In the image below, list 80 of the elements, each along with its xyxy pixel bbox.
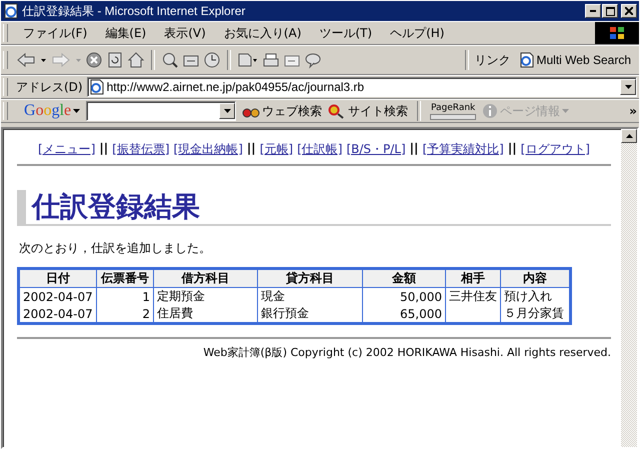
dropdown-button[interactable] — [620, 79, 636, 95]
separator: || — [246, 141, 256, 157]
menu-item[interactable]: ファイル(F) — [16, 22, 94, 44]
menu-item[interactable]: お気に入り(A) — [216, 22, 308, 44]
table-cell: 50,000 — [362, 288, 446, 305]
dropdown-button[interactable] — [219, 103, 236, 119]
table-cell: 預け入れ — [500, 288, 570, 305]
table-cell: 2002-04-07 — [18, 288, 96, 305]
address-label: アドレス(D) — [16, 78, 83, 96]
column-header: 伝票番号 — [96, 268, 154, 288]
close-button[interactable] — [621, 4, 637, 18]
home-icon[interactable] — [127, 51, 145, 69]
windows-logo — [595, 22, 639, 44]
minimize-icon — [590, 10, 596, 12]
web-search-button[interactable]: ウェブ検索 — [242, 102, 322, 120]
table-cell: 1 — [96, 288, 154, 305]
table-cell: 65,000 — [362, 305, 446, 324]
search-icon[interactable] — [161, 51, 179, 69]
back-arrow-icon[interactable] — [15, 51, 37, 69]
scrollbar[interactable] — [621, 129, 637, 447]
page-heading: 仕訳登録結果 — [17, 190, 611, 226]
site-search-button[interactable]: サイト検索 — [328, 102, 408, 120]
nav-link[interactable]: [元帳] — [260, 141, 294, 158]
magnifier-icon — [328, 103, 346, 119]
nav-link[interactable]: [ログアウト] — [520, 141, 590, 158]
column-header: 貸方科目 — [258, 268, 362, 288]
menu-item[interactable]: ツール(T) — [312, 22, 380, 44]
table-cell: 銀行預金 — [258, 305, 362, 324]
nav-link[interactable]: [B/S・P/L] — [346, 141, 406, 158]
link-button[interactable]: Multi Web Search — [520, 52, 637, 68]
minimize-button[interactable] — [585, 4, 601, 18]
table-cell: 2002-04-07 — [18, 305, 96, 324]
stop-icon[interactable] — [85, 51, 103, 69]
nav-link[interactable]: [メニュー] — [38, 141, 96, 158]
speech-bubble-icon[interactable] — [304, 51, 322, 69]
printer-icon[interactable] — [262, 51, 280, 69]
column-header: 内容 — [500, 268, 570, 288]
separator: || — [99, 141, 108, 157]
info-icon — [482, 103, 498, 119]
column-header: 借方科目 — [154, 268, 258, 288]
nav-link[interactable]: [予算実績対比] — [422, 141, 504, 158]
menu-item[interactable]: 編集(E) — [98, 22, 154, 44]
page-icon — [520, 52, 534, 68]
caret-icon — [224, 109, 231, 113]
pagerank-meter: PageRank — [430, 102, 476, 120]
separator: || — [508, 141, 517, 157]
table-cell: 住居費 — [154, 305, 258, 324]
nav-link[interactable]: [振替伝票] — [112, 141, 170, 158]
caret-icon — [624, 85, 632, 89]
table-cell: 定期預金 — [154, 288, 258, 305]
column-header: 日付 — [18, 268, 96, 288]
links-label: リンク — [474, 52, 511, 68]
maximize-button[interactable] — [602, 4, 618, 18]
column-header: 相手 — [446, 268, 500, 288]
nav-link[interactable]: [現金出納帳] — [174, 141, 243, 158]
column-header: 金額 — [362, 268, 446, 288]
table-cell: 2 — [96, 305, 154, 324]
up-arrow-icon — [626, 134, 632, 138]
search-field[interactable] — [86, 101, 236, 121]
menu-item[interactable]: ヘルプ(H) — [383, 22, 452, 44]
close-icon — [625, 7, 633, 15]
table-cell: ５月分家賃 — [500, 305, 570, 324]
google-logo[interactable]: Google — [24, 102, 80, 120]
window-title: 仕訳登録結果 - Microsoft Internet Explorer — [22, 2, 246, 20]
scroll-up-button[interactable] — [621, 129, 637, 143]
refresh-icon[interactable] — [106, 51, 124, 69]
more-button[interactable]: » — [629, 104, 637, 118]
message-text: 次のとおり，仕訳を追加しました。 — [19, 240, 212, 257]
page-icon — [90, 79, 104, 95]
menu-item[interactable]: 表示(V) — [157, 22, 213, 44]
nav-link[interactable]: [仕訳帳] — [297, 141, 342, 158]
browser-icon — [3, 3, 19, 19]
caret-icon — [562, 109, 570, 113]
table-cell: 現金 — [258, 288, 362, 305]
maximize-icon — [606, 6, 614, 16]
separator: || — [410, 141, 418, 157]
clock-icon[interactable] — [203, 51, 221, 69]
table-cell: 三井住友 — [446, 288, 500, 305]
address-field[interactable]: http://www2.airnet.ne.jp/pak04955/ac/journal3.rb — [86, 77, 637, 97]
copyright-text: Web家計簿(β版) Copyright (c) 2002 HORIKAWA Hisashi. All rights reserved. — [202, 345, 611, 360]
